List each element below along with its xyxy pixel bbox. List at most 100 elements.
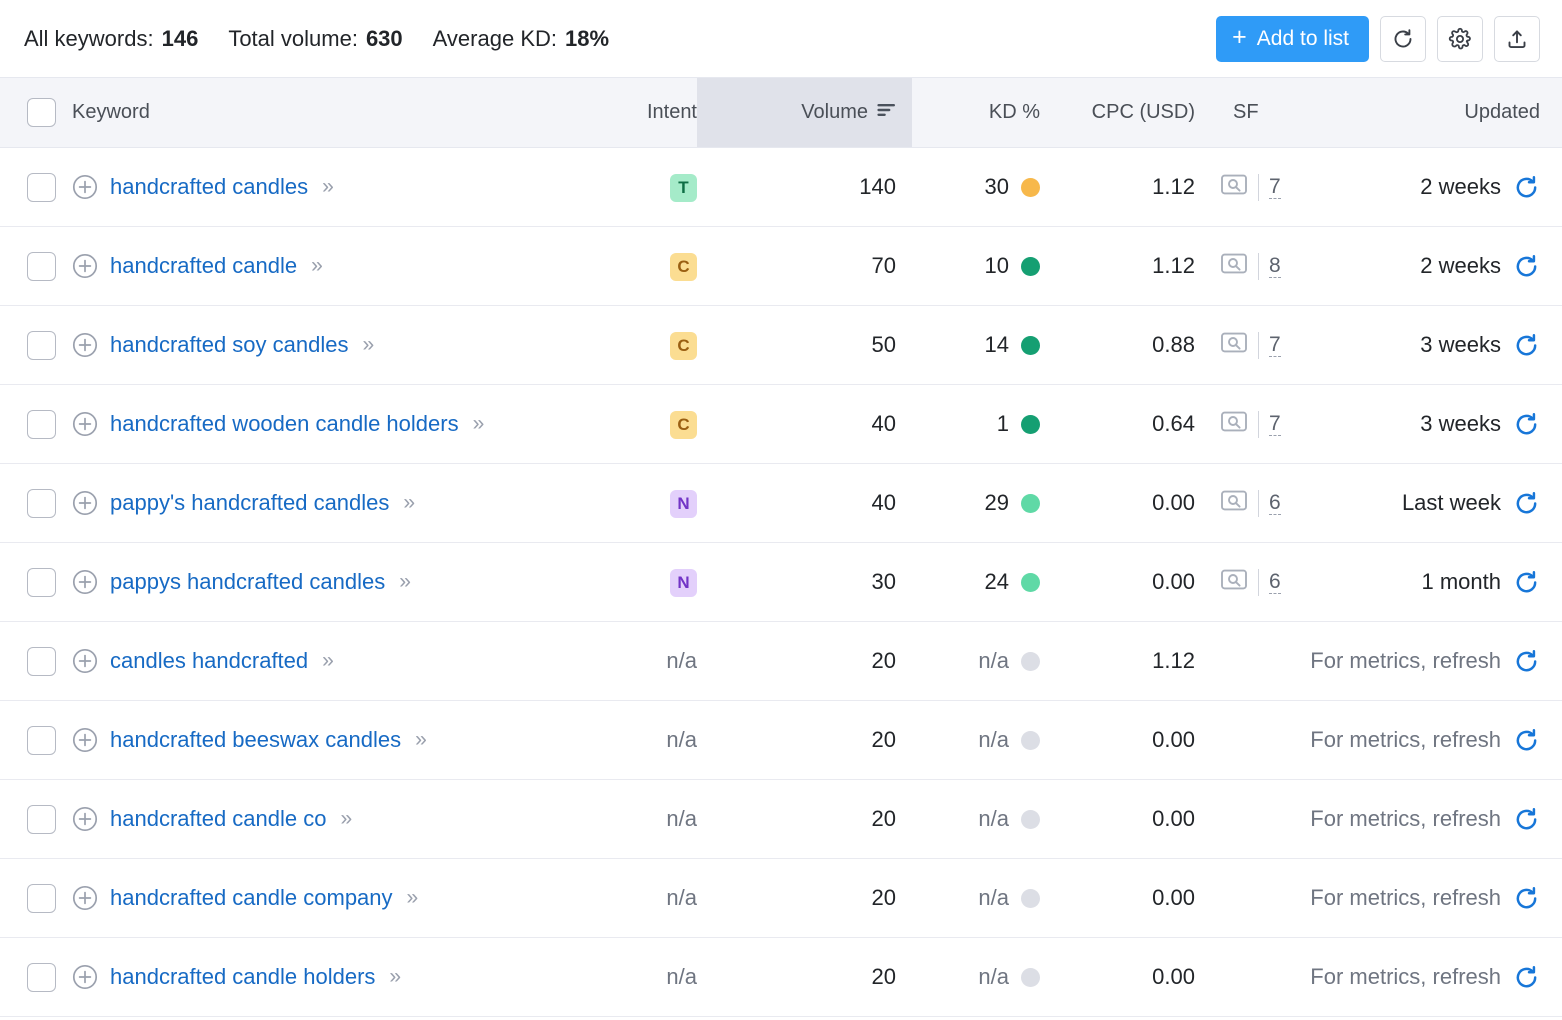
chevron-double-right-icon[interactable]: » xyxy=(322,649,331,673)
row-checkbox[interactable] xyxy=(27,963,56,992)
table-row[interactable]: pappys handcrafted candles » N 30 24 0.0… xyxy=(0,543,1562,622)
row-checkbox[interactable] xyxy=(27,647,56,676)
add-to-list-button[interactable]: + Add to list xyxy=(1216,16,1369,62)
intent-badge-c[interactable]: C xyxy=(670,411,697,439)
table-row[interactable]: handcrafted candle holders » n/a 20 n/a … xyxy=(0,938,1562,1017)
intent-badge-n[interactable]: N xyxy=(670,569,697,597)
serp-preview-icon[interactable] xyxy=(1220,251,1248,282)
row-refresh-icon[interactable] xyxy=(1513,885,1540,912)
row-refresh-icon[interactable] xyxy=(1513,727,1540,754)
table-row[interactable]: handcrafted beeswax candles » n/a 20 n/a… xyxy=(0,701,1562,780)
cell-metrics-refresh[interactable]: For metrics, refresh xyxy=(1202,701,1562,780)
intent-badge-n[interactable]: N xyxy=(670,490,697,518)
header-updated[interactable]: Updated xyxy=(1322,78,1562,148)
intent-badge-c[interactable]: C xyxy=(670,253,697,281)
cell-metrics-refresh[interactable]: For metrics, refresh xyxy=(1202,938,1562,1017)
row-refresh-icon[interactable] xyxy=(1513,490,1540,517)
keyword-link[interactable]: handcrafted candle co xyxy=(110,806,327,832)
chevron-double-right-icon[interactable]: » xyxy=(473,412,482,436)
refresh-button[interactable] xyxy=(1380,16,1426,62)
add-keyword-icon[interactable] xyxy=(72,411,98,437)
keyword-link[interactable]: handcrafted beeswax candles xyxy=(110,727,401,753)
table-row[interactable]: handcrafted candle company » n/a 20 n/a … xyxy=(0,859,1562,938)
header-sf[interactable]: SF xyxy=(1202,78,1322,148)
add-keyword-icon[interactable] xyxy=(72,569,98,595)
row-checkbox[interactable] xyxy=(27,726,56,755)
row-checkbox[interactable] xyxy=(27,410,56,439)
export-button[interactable] xyxy=(1494,16,1540,62)
chevron-double-right-icon[interactable]: » xyxy=(403,491,412,515)
sf-count[interactable]: 7 xyxy=(1269,333,1281,357)
row-checkbox[interactable] xyxy=(27,489,56,518)
table-row[interactable]: handcrafted candles » T 140 30 1.12 7 xyxy=(0,148,1562,227)
row-refresh-icon[interactable] xyxy=(1513,174,1540,201)
header-volume[interactable]: Volume xyxy=(697,78,912,148)
select-all-checkbox[interactable] xyxy=(27,98,56,127)
header-intent[interactable]: Intent xyxy=(602,78,697,148)
row-refresh-icon[interactable] xyxy=(1513,411,1540,438)
chevron-double-right-icon[interactable]: » xyxy=(311,254,320,278)
cell-metrics-refresh[interactable]: For metrics, refresh xyxy=(1202,859,1562,938)
row-checkbox[interactable] xyxy=(27,173,56,202)
settings-button[interactable] xyxy=(1437,16,1483,62)
intent-badge-t[interactable]: T xyxy=(670,174,697,202)
row-refresh-icon[interactable] xyxy=(1513,964,1540,991)
intent-badge-c[interactable]: C xyxy=(670,332,697,360)
row-refresh-icon[interactable] xyxy=(1513,648,1540,675)
sf-count[interactable]: 6 xyxy=(1269,570,1281,594)
row-refresh-icon[interactable] xyxy=(1513,332,1540,359)
serp-preview-icon[interactable] xyxy=(1220,172,1248,203)
chevron-double-right-icon[interactable]: » xyxy=(407,886,416,910)
add-keyword-icon[interactable] xyxy=(72,332,98,358)
keyword-link[interactable]: handcrafted candle xyxy=(110,253,297,279)
keyword-link[interactable]: pappys handcrafted candles xyxy=(110,569,385,595)
keyword-link[interactable]: handcrafted soy candles xyxy=(110,332,349,358)
keyword-link[interactable]: handcrafted candle holders xyxy=(110,964,375,990)
sf-count[interactable]: 6 xyxy=(1269,491,1281,515)
chevron-double-right-icon[interactable]: » xyxy=(399,570,408,594)
keyword-link[interactable]: handcrafted candle company xyxy=(110,885,393,911)
header-keyword[interactable]: Keyword xyxy=(72,78,602,148)
add-keyword-icon[interactable] xyxy=(72,885,98,911)
table-row[interactable]: handcrafted wooden candle holders » C 40… xyxy=(0,385,1562,464)
row-refresh-icon[interactable] xyxy=(1513,806,1540,833)
sf-count[interactable]: 8 xyxy=(1269,254,1281,278)
row-checkbox[interactable] xyxy=(27,884,56,913)
chevron-double-right-icon[interactable]: » xyxy=(363,333,372,357)
sf-count[interactable]: 7 xyxy=(1269,175,1281,199)
table-row[interactable]: handcrafted candle » C 70 10 1.12 8 xyxy=(0,227,1562,306)
cell-metrics-refresh[interactable]: For metrics, refresh xyxy=(1202,622,1562,701)
serp-preview-icon[interactable] xyxy=(1220,488,1248,519)
add-keyword-icon[interactable] xyxy=(72,253,98,279)
keyword-link[interactable]: handcrafted candles xyxy=(110,174,308,200)
row-checkbox[interactable] xyxy=(27,331,56,360)
table-row[interactable]: candles handcrafted » n/a 20 n/a 1.12 Fo… xyxy=(0,622,1562,701)
add-keyword-icon[interactable] xyxy=(72,964,98,990)
row-checkbox[interactable] xyxy=(27,805,56,834)
keyword-link[interactable]: pappy's handcrafted candles xyxy=(110,490,389,516)
row-checkbox[interactable] xyxy=(27,252,56,281)
cell-metrics-refresh[interactable]: For metrics, refresh xyxy=(1202,780,1562,859)
add-keyword-icon[interactable] xyxy=(72,490,98,516)
chevron-double-right-icon[interactable]: » xyxy=(322,175,331,199)
serp-preview-icon[interactable] xyxy=(1220,330,1248,361)
keyword-link[interactable]: handcrafted wooden candle holders xyxy=(110,411,459,437)
row-refresh-icon[interactable] xyxy=(1513,569,1540,596)
header-kd[interactable]: KD % xyxy=(912,78,1062,148)
row-checkbox[interactable] xyxy=(27,568,56,597)
header-cpc[interactable]: CPC (USD) xyxy=(1062,78,1202,148)
chevron-double-right-icon[interactable]: » xyxy=(415,728,424,752)
table-row[interactable]: handcrafted candle co » n/a 20 n/a 0.00 … xyxy=(0,780,1562,859)
add-keyword-icon[interactable] xyxy=(72,174,98,200)
add-keyword-icon[interactable] xyxy=(72,727,98,753)
chevron-double-right-icon[interactable]: » xyxy=(389,965,398,989)
serp-preview-icon[interactable] xyxy=(1220,567,1248,598)
add-keyword-icon[interactable] xyxy=(72,806,98,832)
add-keyword-icon[interactable] xyxy=(72,648,98,674)
sf-count[interactable]: 7 xyxy=(1269,412,1281,436)
serp-preview-icon[interactable] xyxy=(1220,409,1248,440)
chevron-double-right-icon[interactable]: » xyxy=(341,807,350,831)
table-row[interactable]: pappy's handcrafted candles » N 40 29 0.… xyxy=(0,464,1562,543)
row-refresh-icon[interactable] xyxy=(1513,253,1540,280)
table-row[interactable]: handcrafted soy candles » C 50 14 0.88 7 xyxy=(0,306,1562,385)
